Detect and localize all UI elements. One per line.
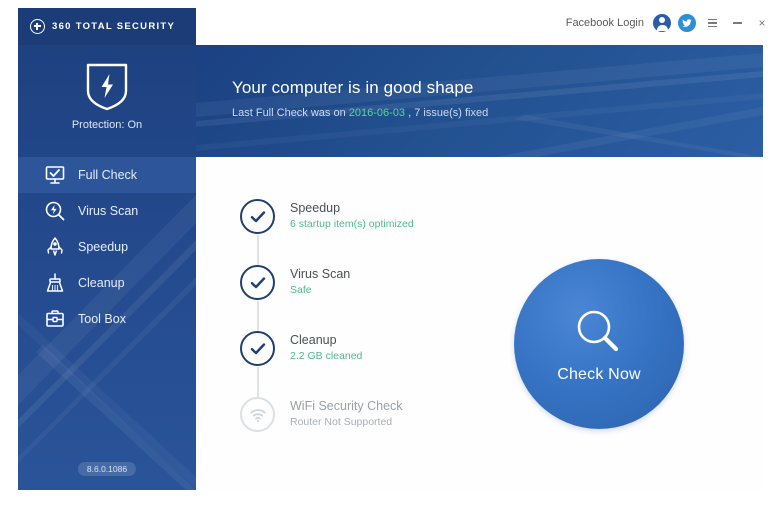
list-connector <box>257 235 259 265</box>
sidebar-item-cleanup[interactable]: Cleanup <box>18 265 196 301</box>
sidebar-nav: Full Check Virus Scan Speedup Cleanup To… <box>18 157 196 337</box>
version-badge: 8.6.0.1086 <box>77 462 137 476</box>
minimize-icon <box>732 22 742 24</box>
check-circle-icon <box>240 331 275 366</box>
list-item-text: Speedup 6 startup item(s) optimized <box>290 199 414 230</box>
banner-title: Your computer is in good shape <box>232 78 474 97</box>
list-item-subtitle: Router Not Supported <box>290 416 393 428</box>
twitter-bird-icon[interactable] <box>678 14 696 32</box>
list-item[interactable]: Cleanup 2.2 GB cleaned <box>240 331 470 397</box>
close-button[interactable]: × <box>753 14 771 32</box>
magnifier-icon <box>571 304 627 360</box>
list-item-title: WiFi Security Check <box>290 399 403 413</box>
banner-text-block: Your computer is in good shape Last Full… <box>232 78 488 119</box>
check-results-list: Speedup 6 startup item(s) optimized Viru… <box>240 199 470 463</box>
shield-bolt-icon <box>84 61 130 113</box>
protection-status-block: Protection: On <box>18 61 196 131</box>
sidebar-item-virus-scan[interactable]: Virus Scan <box>18 193 196 229</box>
main-content: Speedup 6 startup item(s) optimized Viru… <box>196 157 763 490</box>
sidebar-item-speedup[interactable]: Speedup <box>18 229 196 265</box>
toolbox-icon <box>44 308 66 330</box>
window-controls: Facebook Login × <box>566 12 771 34</box>
list-connector <box>257 301 259 331</box>
list-item[interactable]: Virus Scan Safe <box>240 265 470 331</box>
sidebar-item-tool-box[interactable]: Tool Box <box>18 301 196 337</box>
minimize-button[interactable] <box>728 14 746 32</box>
check-now-button[interactable]: Check Now <box>514 259 684 429</box>
sidebar-item-label: Cleanup <box>78 276 125 290</box>
monitor-check-icon <box>44 164 66 186</box>
magnifier-bolt-icon <box>44 200 66 222</box>
menu-button[interactable] <box>703 14 721 32</box>
app-title: 360 TOTAL SECURITY <box>52 21 176 32</box>
list-item-subtitle: 2.2 GB cleaned <box>290 350 363 362</box>
sidebar-item-label: Full Check <box>78 168 138 182</box>
banner-last-check-date: 2016-06-03 <box>348 107 406 119</box>
status-banner: Your computer is in good shape Last Full… <box>196 45 763 157</box>
list-item[interactable]: Speedup 6 startup item(s) optimized <box>240 199 470 265</box>
list-item-title: Virus Scan <box>290 267 351 281</box>
check-now-label: Check Now <box>557 366 641 383</box>
banner-subtitle-prefix: Last Full Check was on <box>232 107 349 119</box>
rocket-icon <box>44 236 66 258</box>
list-item-text: WiFi Security Check Router Not Supported <box>290 397 403 428</box>
list-connector <box>257 367 259 397</box>
sidebar-item-label: Virus Scan <box>78 204 139 218</box>
list-item-title: Cleanup <box>290 333 337 347</box>
check-circle-icon <box>240 199 275 234</box>
app-logo: 360 TOTAL SECURITY <box>18 8 196 45</box>
wifi-signal-icon <box>240 397 275 432</box>
app-window: 360 TOTAL SECURITY Facebook Login × Prot… <box>0 0 781 508</box>
list-item-text: Cleanup 2.2 GB cleaned <box>290 331 362 362</box>
check-circle-icon <box>240 265 275 300</box>
broom-icon <box>44 272 66 294</box>
360-badge-icon <box>30 19 45 34</box>
sidebar-item-full-check[interactable]: Full Check <box>18 157 196 193</box>
sidebar-item-label: Tool Box <box>78 312 126 326</box>
hamburger-icon <box>707 19 717 27</box>
facebook-login-link[interactable]: Facebook Login <box>566 17 644 29</box>
sidebar-item-label: Speedup <box>78 240 129 254</box>
list-item-subtitle: 6 startup item(s) optimized <box>290 218 414 230</box>
protection-status-label: Protection: On <box>71 119 143 131</box>
list-item-subtitle: Safe <box>290 284 312 296</box>
list-item-title: Speedup <box>290 201 341 215</box>
title-bar: 360 TOTAL SECURITY Facebook Login × <box>0 0 781 45</box>
banner-subtitle-suffix: , 7 issue(s) fixed <box>405 107 489 119</box>
sidebar: Protection: On Full Check Virus Scan Spe… <box>18 45 196 490</box>
list-item-text: Virus Scan Safe <box>290 265 350 296</box>
list-item[interactable]: WiFi Security Check Router Not Supported <box>240 397 470 463</box>
banner-subtitle: Last Full Check was on 2016-06-03 , 7 is… <box>232 107 488 119</box>
user-account-icon[interactable] <box>653 14 671 32</box>
close-icon: × <box>758 16 766 30</box>
